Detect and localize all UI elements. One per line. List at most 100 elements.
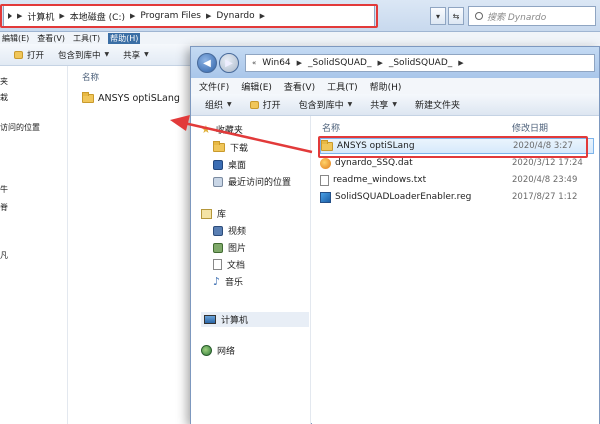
nav-fragment[interactable]: 访问的位置 (0, 122, 40, 133)
back-navigation-pane: 夹 栽 访问的位置 牛 脊 凡 (0, 66, 68, 424)
breadcrumb-solidsquad-2[interactable]: _SolidSQUAD_ (389, 58, 452, 68)
menu-tools[interactable]: 工具(T) (73, 33, 100, 44)
open-label: 打开 (262, 101, 281, 111)
nav-desktop[interactable]: 桌面 (213, 158, 246, 171)
nav-pictures-label: 图片 (228, 244, 247, 254)
chevron-right-icon: ▶ (17, 12, 23, 20)
nav-documents[interactable]: 文档 (213, 258, 245, 271)
network-icon (201, 345, 212, 356)
nav-recent-places[interactable]: 最近访问的位置 (213, 175, 291, 188)
menu-view[interactable]: 查看(V) (37, 33, 65, 44)
back-address-box[interactable]: ▶ 计算机 ▶ 本地磁盘 (C:) ▶ Program Files ▶ Dyna… (3, 5, 375, 27)
back-folder-item[interactable]: ANSYS optiSLang (82, 90, 180, 106)
file-row[interactable]: SolidSQUADLoaderEnabler.reg 2017/8/27 1:… (320, 189, 594, 205)
file-row[interactable]: dynardo_SSQ.dat 2020/3/12 17:24 (320, 155, 594, 171)
refresh-icon: ⇆ (452, 11, 460, 21)
share-button[interactable]: 共享 ▼ (370, 98, 397, 111)
chevron-right-icon: ▶ (130, 12, 136, 20)
file-name: readme_windows.txt (333, 175, 427, 185)
forward-nav-button[interactable]: ▶ (219, 53, 239, 73)
menu-tools[interactable]: 工具(T) (327, 80, 358, 93)
nav-desktop-label: 桌面 (228, 161, 247, 171)
chevron-right-icon: ▶ (259, 12, 266, 20)
search-icon (475, 12, 483, 20)
open-button[interactable]: 打开 (249, 98, 281, 111)
library-icon (201, 208, 212, 219)
nav-pictures[interactable]: 图片 (213, 241, 246, 254)
menu-help[interactable]: 帮助(H) (108, 32, 141, 44)
nav-libraries[interactable]: 库 (201, 207, 226, 220)
menu-view[interactable]: 查看(V) (284, 80, 315, 93)
open-icon (14, 50, 23, 59)
breadcrumb-solidsquad-1[interactable]: _SolidSQUAD_ (308, 58, 371, 68)
search-placeholder: 搜索 Dynardo (487, 12, 547, 23)
include-in-library-button[interactable]: 包含到库中 ▼ (299, 98, 353, 111)
menu-edit[interactable]: 編辑(E) (2, 33, 29, 44)
front-explorer-window: ◀ ▶ « Win64 ▶ _SolidSQUAD_ ▶ _SolidSQUAD… (190, 46, 600, 424)
computer-icon (204, 315, 216, 324)
menu-file[interactable]: 文件(F) (199, 80, 229, 93)
back-folder-name: ANSYS optiSLang (98, 92, 180, 104)
nav-favorites[interactable]: ★ 收藏夹 (201, 123, 243, 136)
nav-network[interactable]: 网络 (201, 344, 235, 357)
file-row[interactable]: readme_windows.txt 2020/4/8 23:49 (320, 172, 594, 188)
open-label: 打开 (27, 50, 45, 61)
column-header-name[interactable]: 名称 (82, 71, 99, 83)
document-icon (213, 259, 222, 270)
chevron-down-icon: ▾ (435, 11, 440, 21)
breadcrumb-computer[interactable]: 计算机 (27, 10, 54, 23)
chevron-down-icon: ▼ (104, 51, 110, 58)
nav-libraries-label: 库 (217, 210, 227, 220)
refresh-button[interactable]: ⇆ (448, 7, 464, 25)
file-row[interactable]: ANSYS optiSLang 2020/4/8 3:27 (320, 138, 594, 154)
nav-downloads[interactable]: 下载 (213, 141, 248, 154)
nav-fragment[interactable]: 凡 (0, 250, 8, 261)
nav-favorites-label: 收藏夹 (215, 126, 243, 136)
file-date: 2020/4/8 23:49 (512, 175, 578, 185)
include-in-library-button[interactable]: 包含到库中 ▼ (58, 49, 109, 61)
text-file-icon (320, 174, 329, 186)
chevron-right-icon: ▶ (458, 59, 464, 67)
dat-file-icon (320, 157, 331, 169)
star-icon: ★ (201, 123, 211, 136)
organize-label: 组织 (205, 101, 224, 111)
breadcrumb-dynardo[interactable]: Dynardo (216, 11, 254, 21)
menu-help[interactable]: 帮助(H) (370, 80, 402, 93)
file-date: 2017/8/27 1:12 (512, 192, 578, 202)
arrow-left-icon: ◀ (203, 57, 211, 69)
breadcrumb-program-files[interactable]: Program Files (140, 11, 201, 21)
include-in-library-label: 包含到库中 (58, 50, 101, 61)
nav-fragment[interactable]: 牛 (0, 184, 8, 195)
address-dropdown-button[interactable]: ▾ (430, 7, 446, 25)
chevron-right-icon: ▶ (377, 59, 383, 67)
breadcrumb-win64[interactable]: Win64 (262, 58, 290, 68)
nav-fragment[interactable]: 栽 (0, 92, 8, 103)
nav-music[interactable]: ♪ 音乐 (213, 275, 243, 288)
back-address-bar-area: ▶ 计算机 ▶ 本地磁盘 (C:) ▶ Program Files ▶ Dyna… (0, 0, 600, 32)
video-icon (213, 225, 223, 236)
include-in-library-label: 包含到库中 (298, 101, 344, 111)
share-button[interactable]: 共享 ▼ (123, 49, 149, 61)
file-name: ANSYS optiSLang (337, 141, 415, 151)
new-folder-button[interactable]: 新建文件夹 (415, 98, 460, 111)
open-button[interactable]: 打开 (14, 49, 44, 61)
back-search-input[interactable]: 搜索 Dynardo (468, 6, 596, 26)
breadcrumb-local-disk[interactable]: 本地磁盘 (C:) (70, 10, 125, 23)
open-icon (249, 100, 259, 109)
downloads-folder-icon (213, 141, 225, 152)
nav-fragment[interactable]: 夹 (0, 76, 8, 87)
back-nav-button[interactable]: ◀ (197, 53, 217, 73)
music-note-icon: ♪ (213, 275, 221, 288)
chevron-down-icon: ▼ (347, 101, 353, 108)
column-header-name[interactable]: 名称 (322, 121, 340, 134)
nav-network-label: 网络 (217, 347, 236, 357)
chevron-right-icon: ▶ (205, 12, 212, 20)
nav-videos[interactable]: 视频 (213, 224, 246, 237)
breadcrumb-root-arrow-icon[interactable] (8, 13, 12, 19)
nav-computer[interactable]: 计算机 (201, 312, 309, 327)
front-address-box[interactable]: « Win64 ▶ _SolidSQUAD_ ▶ _SolidSQUAD_ ▶ (245, 54, 595, 72)
organize-button[interactable]: 组织 ▼ (205, 98, 232, 111)
nav-fragment[interactable]: 脊 (0, 202, 8, 213)
menu-edit[interactable]: 编辑(E) (241, 80, 272, 93)
column-header-date[interactable]: 修改日期 (512, 121, 548, 134)
